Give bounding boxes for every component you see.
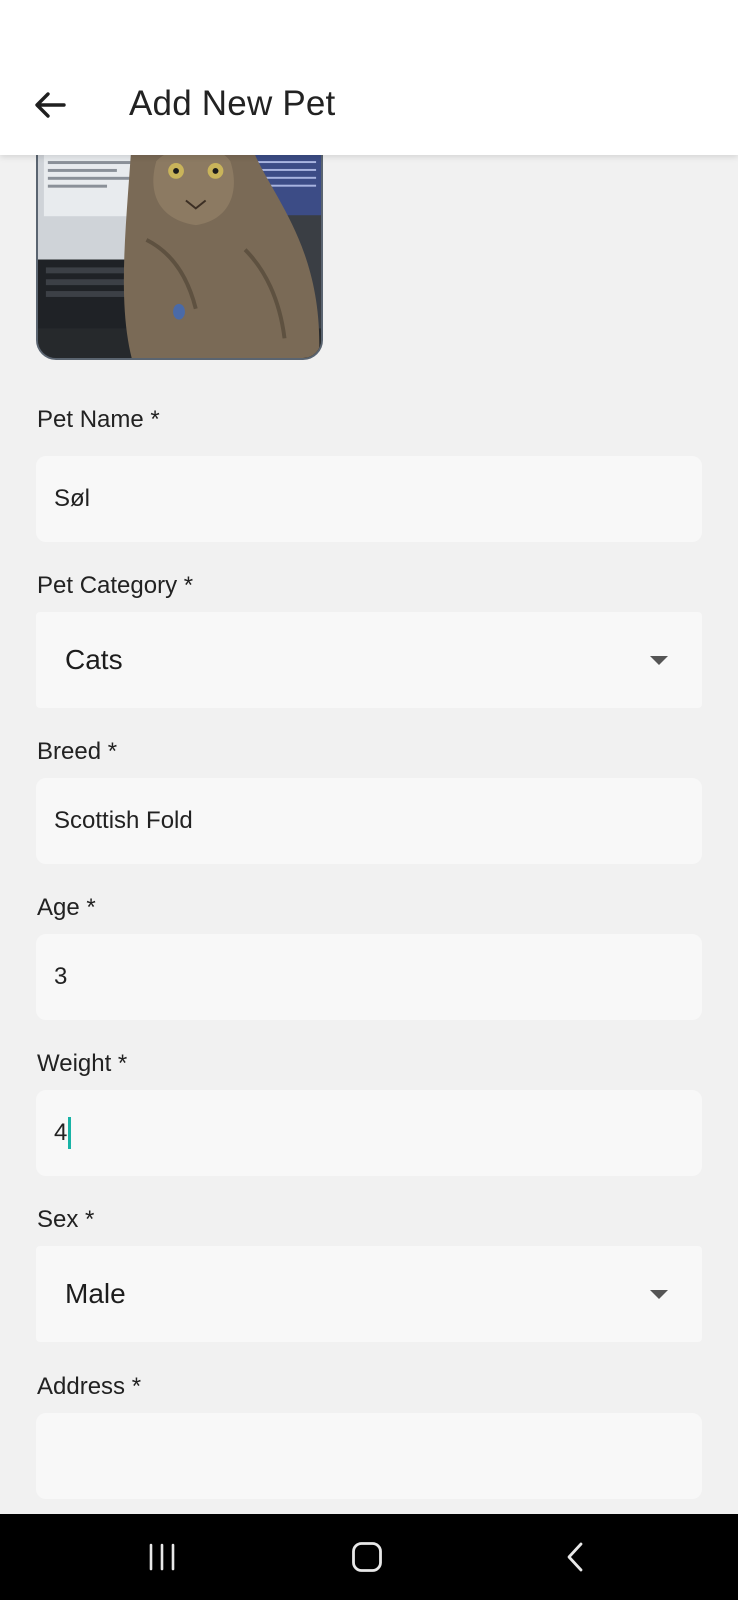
pet-name-value: Søl xyxy=(54,485,90,512)
nav-recents-button[interactable] xyxy=(107,1514,217,1600)
system-nav-bar xyxy=(0,1514,738,1600)
pet-category-label: Pet Category * xyxy=(37,572,194,599)
pet-name-input[interactable]: Søl xyxy=(36,456,702,542)
weight-label: Weight * xyxy=(37,1050,128,1077)
weight-input[interactable]: 4 xyxy=(36,1090,702,1176)
weight-value-wrap: 4 xyxy=(54,1090,72,1176)
age-value: 3 xyxy=(54,963,68,990)
add-pet-screen: Pet Name * Søl Pet Category * Cats Breed… xyxy=(0,0,738,1600)
sex-label: Sex * xyxy=(37,1206,95,1233)
caret-down-icon xyxy=(650,1290,668,1299)
recents-icon xyxy=(149,1543,175,1571)
age-input[interactable]: 3 xyxy=(36,934,702,1020)
weight-value: 4 xyxy=(54,1119,68,1146)
sex-value: Male xyxy=(65,1278,126,1309)
caret-down-icon xyxy=(650,656,668,665)
page-title: Add New Pet xyxy=(129,84,336,123)
pet-category-value: Cats xyxy=(65,644,123,675)
nav-home-button[interactable] xyxy=(312,1514,422,1600)
chevron-left-icon xyxy=(567,1542,583,1572)
address-input[interactable] xyxy=(36,1413,702,1499)
age-label: Age * xyxy=(37,894,96,921)
nav-back-button[interactable] xyxy=(520,1514,630,1600)
back-button[interactable] xyxy=(22,80,78,130)
breed-input[interactable]: Scottish Fold xyxy=(36,778,702,864)
arrow-left-icon xyxy=(35,92,66,118)
pet-name-label: Pet Name * xyxy=(37,406,160,433)
breed-value: Scottish Fold xyxy=(54,807,193,834)
home-icon xyxy=(352,1542,382,1572)
address-label: Address * xyxy=(37,1373,142,1400)
breed-label: Breed * xyxy=(37,738,118,765)
text-cursor xyxy=(68,1117,72,1149)
form-content[interactable]: Pet Name * Søl Pet Category * Cats Breed… xyxy=(0,0,738,1514)
sex-select[interactable]: Male xyxy=(36,1246,702,1342)
app-bar: Add New Pet xyxy=(0,0,738,155)
pet-category-select[interactable]: Cats xyxy=(36,612,702,708)
